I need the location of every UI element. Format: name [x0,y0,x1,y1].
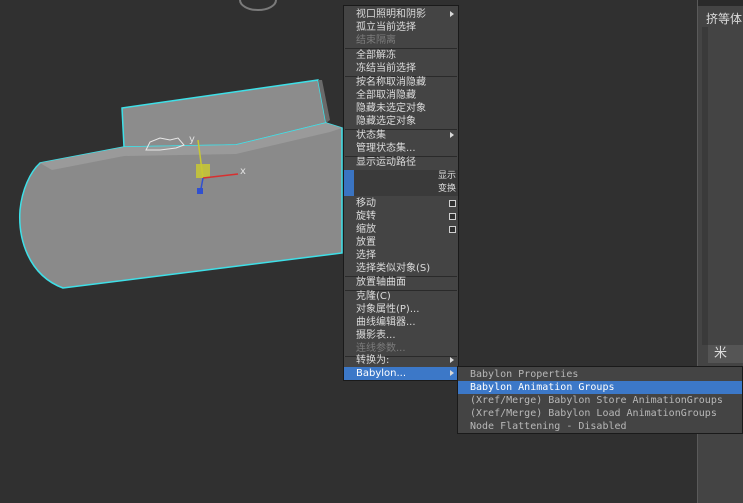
menu-item-show-motion-path[interactable]: 显示运动路径 [344,156,458,169]
menu-item-label: 按名称取消隐藏 [356,77,426,88]
quad-header-transform: 变换 [344,183,458,196]
menu-item-dope-sheet[interactable]: 摄影表... [344,329,458,342]
menu-item-label: 隐藏未选定对象 [356,103,426,114]
submenu-item-node-flattening[interactable]: Node Flattening - Disabled [458,420,742,433]
quad-header-swatch [344,183,354,196]
submenu-item-animation-groups[interactable]: Babylon Animation Groups [458,381,742,394]
menu-item-label: 转换为: [356,355,390,366]
submenu-item-load-animation-groups[interactable]: (Xref/Merge) Babylon Load AnimationGroup… [458,407,742,420]
menu-item-label: 冻结当前选择 [356,63,416,74]
menu-item-label: 管理状态集... [356,143,416,154]
quad-header-label: 显示 [437,171,456,181]
submenu-item-label: Node Flattening - Disabled [470,421,627,432]
menu-item-place-pivot[interactable]: 放置轴曲面 [344,276,458,289]
quad-header-display: 显示 [344,170,458,183]
menu-item-label: 放置 [356,237,376,248]
menu-item-label: Babylon... [356,368,407,379]
menu-item-select-similar[interactable]: 选择类似对象(S) [344,262,458,275]
menu-item-label: 缩放 [356,224,376,235]
menu-item-label: 结束隔离 [356,35,396,46]
menu-item-hide-selection[interactable]: 隐藏选定对象 [344,115,458,128]
quad-header-label: 变换 [437,184,456,194]
submenu-arrow-icon [450,357,454,363]
menu-item-unhide-by-name[interactable]: 按名称取消隐藏 [344,76,458,89]
menu-item-label: 显示运动路径 [356,157,416,168]
command-panel-unit[interactable]: 米 [708,345,743,363]
submenu-arrow-icon [450,11,454,17]
menu-item-unhide-all[interactable]: 全部取消隐藏 [344,89,458,102]
menu-item-label: 孤立当前选择 [356,22,416,33]
menu-item-state-sets[interactable]: 状态集 [344,129,458,142]
menu-item-object-properties[interactable]: 对象属性(P)... [344,303,458,316]
menu-item-manage-state-sets[interactable]: 管理状态集... [344,142,458,155]
menu-item-scale[interactable]: 缩放 [344,223,458,236]
menu-item-label: 隐藏选定对象 [356,116,416,127]
submenu-arrow-icon [450,370,454,376]
menu-item-freeze-selection[interactable]: 冻结当前选择 [344,62,458,75]
command-panel-label: 挤等体( [706,12,743,26]
settings-box-icon[interactable] [449,200,456,207]
menu-item-label: 全部取消隐藏 [356,90,416,101]
menu-item-label: 对象属性(P)... [356,304,420,315]
submenu-arrow-icon [450,132,454,138]
submenu-item-label: (Xref/Merge) Babylon Store AnimationGrou… [470,395,723,406]
quad-header-swatch [344,170,354,183]
menu-item-label: 曲线编辑器... [356,317,416,328]
menu-item-label: 移动 [356,198,376,209]
menu-item-unfreeze-all[interactable]: 全部解冻 [344,49,458,62]
menu-item-viewport-lighting[interactable]: 视口照明和阴影 [344,8,458,21]
menu-item-label: 全部解冻 [356,50,396,61]
submenu-item-store-animation-groups[interactable]: (Xref/Merge) Babylon Store AnimationGrou… [458,394,742,407]
menu-item-label: 克隆(C) [356,291,391,302]
submenu-item-label: Babylon Animation Groups [470,382,615,393]
submenu-item-babylon-properties[interactable]: Babylon Properties [458,368,742,381]
quad-menu: 视口照明和阴影 孤立当前选择 结束隔离 全部解冻 冻结当前选择 按名称取消隐藏 … [343,5,459,381]
command-panel-top-strip [698,0,743,6]
menu-item-convert-to[interactable]: 转换为: [344,354,458,367]
menu-item-end-isolate[interactable]: 结束隔离 [344,34,458,47]
menu-item-hide-unselected[interactable]: 隐藏未选定对象 [344,102,458,115]
menu-item-place[interactable]: 放置 [344,236,458,249]
menu-item-babylon[interactable]: Babylon... [344,367,458,380]
viewport-cursor-circle [239,0,277,11]
menu-item-label: 放置轴曲面 [356,277,406,288]
menu-item-select[interactable]: 选择 [344,249,458,262]
menu-item-label: 状态集 [356,130,386,141]
menu-item-curve-editor[interactable]: 曲线编辑器... [344,316,458,329]
menu-item-rotate[interactable]: 旋转 [344,210,458,223]
command-panel-field [702,27,708,345]
menu-item-label: 选择类似对象(S) [356,263,431,274]
gizmo-y-label: y [189,134,195,145]
settings-box-icon[interactable] [449,226,456,233]
babylon-submenu: Babylon Properties Babylon Animation Gro… [457,366,743,434]
submenu-item-label: Babylon Properties [470,369,579,380]
menu-item-label: 摄影表... [356,330,396,341]
gizmo-x-label: x [240,166,246,177]
menu-item-label: 旋转 [356,211,376,222]
menu-item-clone[interactable]: 克隆(C) [344,290,458,303]
menu-item-move[interactable]: 移动 [344,197,458,210]
submenu-item-label: (Xref/Merge) Babylon Load AnimationGroup… [470,408,717,419]
menu-item-isolate-selection[interactable]: 孤立当前选择 [344,21,458,34]
menu-item-label: 选择 [356,250,376,261]
settings-box-icon[interactable] [449,213,456,220]
menu-item-label: 视口照明和阴影 [356,9,426,20]
